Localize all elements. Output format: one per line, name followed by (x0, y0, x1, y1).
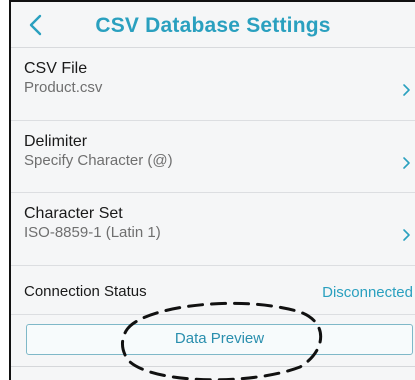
settings-screen: CSV Database Settings CSV File Product.c… (9, 0, 415, 380)
chevron-right-icon (403, 157, 410, 169)
setting-value: Specify Character (@) (24, 152, 173, 169)
connection-status-value: Disconnected (322, 284, 413, 301)
setting-label: CSV File (24, 60, 88, 77)
chevron-right-icon (403, 229, 410, 241)
setting-label: Character Set (24, 205, 123, 222)
data-preview-button[interactable]: Data Preview (26, 324, 413, 355)
chevron-right-icon (403, 84, 410, 96)
connection-status-label: Connection Status (24, 283, 147, 300)
connection-status-row: Connection Status Disconnected (11, 267, 415, 315)
setting-row-delimiter[interactable]: Delimiter Specify Character (@) (11, 122, 415, 193)
setting-value: ISO-8859-1 (Latin 1) (24, 224, 161, 241)
page-title: CSV Database Settings (95, 14, 331, 37)
setting-value: Product.csv (24, 79, 103, 96)
divider (11, 366, 415, 367)
setting-row-character-set[interactable]: Character Set ISO-8859-1 (Latin 1) (11, 194, 415, 266)
header-bar: CSV Database Settings (11, 2, 415, 48)
setting-label: Delimiter (24, 133, 88, 150)
setting-row-csv-file[interactable]: CSV File Product.csv (11, 49, 415, 121)
